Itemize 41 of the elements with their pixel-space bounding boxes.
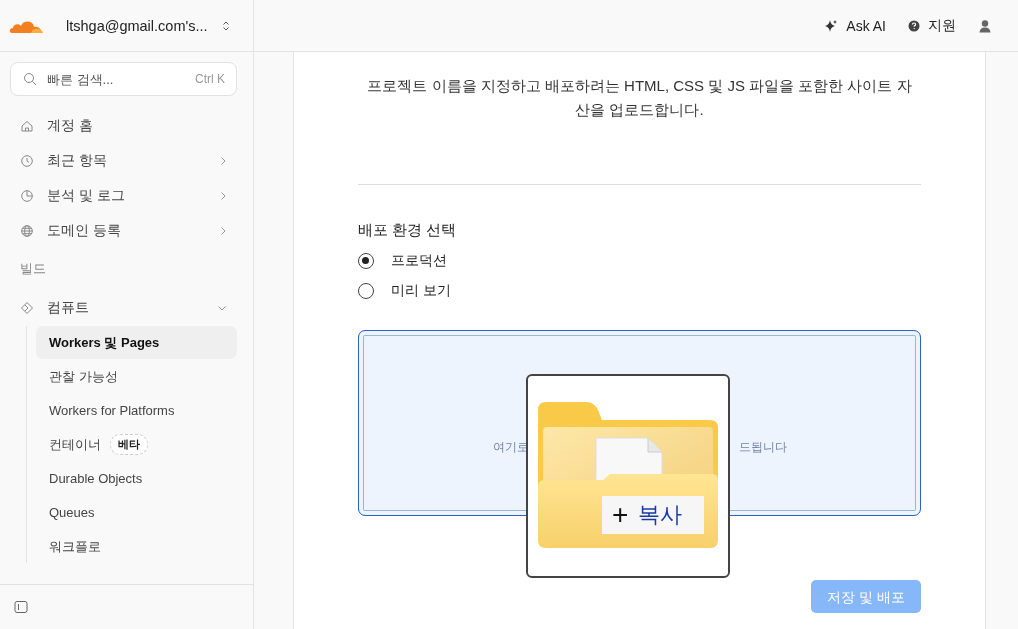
sidebar-toggle-icon[interactable] [14,600,28,614]
nav-subitem[interactable]: Queues [36,496,237,529]
chevron-updown-icon [221,19,230,32]
nav-item[interactable]: 도메인 등록 [10,213,237,248]
nav-item[interactable]: 분석 및 로그 [10,178,237,213]
dropzone-hint: 드됩니다 [738,438,787,456]
shortcut-hint: Ctrl K [195,72,225,86]
chevron-down-icon [217,303,227,312]
nav-subitem[interactable]: Durable Objects [36,462,237,495]
nav-item[interactable]: 계정 홈 [10,108,237,143]
field-label: 배포 환경 선택 [358,221,458,240]
user-button[interactable] [978,18,992,33]
nav-item[interactable]: 컴퓨트 [10,290,237,325]
user-icon [978,18,992,33]
nav-subitem[interactable]: 워크플로 [36,530,237,563]
description-text: 프로젝트 이름을 지정하고 배포하려는 HTML, CSS 및 JS 파일을 포함한 사이트 자산을 업로드합니다. [366,76,913,120]
nav-subitem[interactable]: Workers for Platforms [36,394,237,427]
help-icon [908,19,920,32]
globe-icon [20,223,34,238]
radio-button[interactable] [358,283,374,299]
pie-chart-icon [20,188,34,203]
account-switcher[interactable]: ltshga@gmail.com's... [66,17,230,34]
nav-subitem[interactable]: 관찰 가능성 [36,360,237,393]
ask-ai-button[interactable]: Ask AI [824,17,886,34]
nav-subitem[interactable]: Workers 및 Pages [36,326,237,359]
history-icon [20,153,34,168]
search-input[interactable]: 빠른 검색... [47,71,185,87]
search-icon [23,72,37,86]
radio-option[interactable]: 프로덕션 [358,246,921,276]
diamond-icon [20,300,34,315]
radio-option[interactable]: 미리 보기 [358,276,921,306]
dropzone-hint: 여기로 [492,438,529,456]
nav-subitem[interactable]: 컨테이너 베타 [36,428,237,461]
beta-badge: 베타 [110,434,148,455]
nav-item[interactable]: 최근 항목 [10,143,237,178]
radio-button[interactable] [358,253,374,269]
section-heading: 빌드 [19,261,47,278]
sparkle-icon [824,18,839,33]
home-icon [20,118,34,133]
help-button[interactable]: 지원 [908,16,956,35]
copy-label: + 복사 [602,496,704,534]
